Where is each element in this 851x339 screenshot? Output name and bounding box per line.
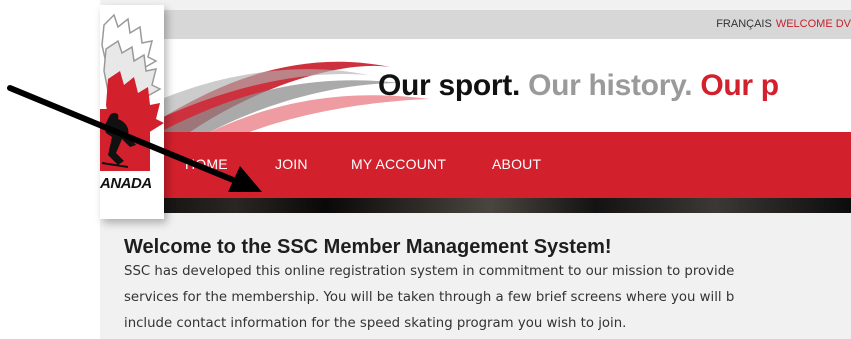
banner-tagline: Our sport. Our history. Our p [378,69,779,103]
intro-paragraph-line-3: include contact information for the spee… [124,316,627,331]
language-toggle-link[interactable]: FRANÇAIS [716,18,772,30]
header-banner: Our sport. Our history. Our p [100,39,851,132]
intro-paragraph-line-1: SSC has developed this online registrati… [124,264,735,279]
topbar-links: FRANÇAIS WELCOME DV [716,10,851,39]
tagline-our-sport: Our sport. [378,69,521,102]
nav-my-account[interactable]: MY ACCOUNT [351,156,446,172]
top-utility-bar: FRANÇAIS WELCOME DV [100,10,851,39]
ssc-logo-tab[interactable]: ANADA [100,5,164,219]
page-title: Welcome to the SSC Member Management Sys… [124,236,612,258]
nav-join[interactable]: JOIN [275,156,308,172]
intro-paragraph-line-2: services for the membership. You will be… [124,290,735,305]
nav-home[interactable]: HOME [185,156,228,172]
header-photo-strip [100,198,851,213]
logo-wordmark: ANADA [100,175,152,192]
tagline-our-history: Our history. [528,69,693,102]
nav-about[interactable]: ABOUT [492,156,541,172]
main-nav-bar: HOME JOIN MY ACCOUNT ABOUT [100,132,851,198]
tagline-our-p: Our p [700,69,779,102]
welcome-user-link[interactable]: WELCOME DV [776,18,851,30]
